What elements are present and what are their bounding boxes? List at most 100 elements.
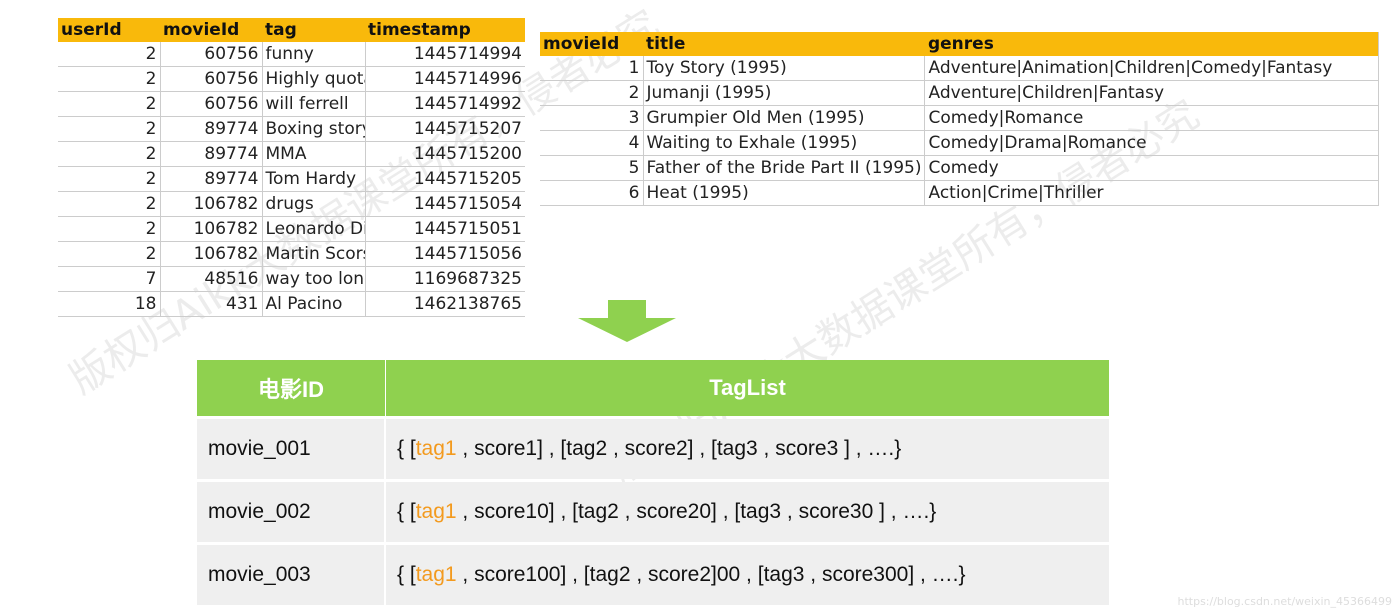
table-cell: 2 bbox=[58, 141, 161, 167]
table-cell: Comedy bbox=[924, 155, 1379, 181]
table-cell: 18 bbox=[58, 291, 161, 317]
table-cell: 1445715056 bbox=[365, 241, 525, 267]
table-cell: Leonardo Di bbox=[262, 216, 366, 242]
table-cell: 1462138765 bbox=[365, 291, 525, 317]
table-cell: 89774 bbox=[160, 141, 263, 167]
table-cell: 2 bbox=[58, 66, 161, 92]
taglist-table: 电影ID TagList movie_001{ [tag1 , score1] … bbox=[197, 357, 1109, 608]
table-row: movie_003{ [tag1 , score100] , [tag2 , s… bbox=[197, 545, 1109, 605]
source-url: https://blog.csdn.net/weixin_45366499 bbox=[1177, 595, 1392, 608]
table-cell: Martin Scors bbox=[262, 241, 366, 267]
column-header: title bbox=[643, 32, 925, 56]
table-row: 5 Father of the Bride Part II (1995) Comed… bbox=[540, 155, 1379, 181]
table-row: 2 60756 will ferrell 1445714992 bbox=[58, 91, 525, 117]
table-cell: 3 bbox=[540, 105, 644, 131]
table-cell: Father of the Bride Part II (1995) bbox=[643, 155, 926, 181]
column-header: userId bbox=[58, 18, 160, 42]
arrow-down-icon bbox=[578, 300, 676, 342]
table-cell: 1445714992 bbox=[365, 91, 525, 117]
table-row: 2 106782 Martin Scors 1445715056 bbox=[58, 241, 525, 267]
movies-table: movieId title genres 1 Toy Story (1995) Ad… bbox=[540, 32, 1379, 206]
table-cell: 1445714996 bbox=[365, 66, 525, 92]
movie-id: movie_003 bbox=[197, 545, 386, 605]
table-cell: 2 bbox=[58, 42, 161, 67]
table-cell: Grumpier Old Men (1995) bbox=[643, 105, 926, 131]
table-row: movie_002{ [tag1 , score10] , [tag2 , sc… bbox=[197, 482, 1109, 542]
table-cell: 48516 bbox=[160, 266, 263, 292]
table-cell: 7 bbox=[58, 266, 161, 292]
table-cell: 6 bbox=[540, 180, 644, 206]
table-cell: 60756 bbox=[160, 91, 263, 117]
table-cell: Comedy|Drama|Romance bbox=[924, 130, 1379, 156]
table-cell: Al Pacino bbox=[262, 291, 366, 317]
table-cell: Toy Story (1995) bbox=[643, 56, 926, 81]
table-cell: 2 bbox=[58, 166, 161, 192]
tag-list: { [tag1 , score100] , [tag2 , score2]00 … bbox=[386, 545, 1109, 605]
column-header: movieId bbox=[540, 32, 643, 56]
table-cell: 1445715207 bbox=[365, 116, 525, 142]
table-row: 4 Waiting to Exhale (1995) Comedy|Drama|Ro… bbox=[540, 130, 1379, 156]
table-cell: 89774 bbox=[160, 166, 263, 192]
table-cell: Heat (1995) bbox=[643, 180, 926, 206]
movie-id: movie_002 bbox=[197, 482, 386, 542]
tag-list: { [tag1 , score10] , [tag2 , score20] , … bbox=[386, 482, 1109, 542]
table-cell: 1 bbox=[540, 56, 644, 81]
table-cell: Waiting to Exhale (1995) bbox=[643, 130, 926, 156]
table-row: movie_001{ [tag1 , score1] , [tag2 , sco… bbox=[197, 419, 1109, 479]
tag-list: { [tag1 , score1] , [tag2 , score2] , [t… bbox=[386, 419, 1109, 479]
table-cell: 2 bbox=[540, 80, 644, 106]
table-cell: 2 bbox=[58, 116, 161, 142]
table-row: 7 48516 way too long 1169687325 bbox=[58, 266, 525, 292]
table-cell: Highly quota bbox=[262, 66, 366, 92]
table-cell: way too long bbox=[262, 266, 366, 292]
table-cell: 1445715051 bbox=[365, 216, 525, 242]
table-cell: Comedy|Romance bbox=[924, 105, 1379, 131]
table-cell: will ferrell bbox=[262, 91, 366, 117]
table-cell: 60756 bbox=[160, 66, 263, 92]
table-row: 2 60756 Highly quota 1445714996 bbox=[58, 66, 525, 92]
table-cell: 106782 bbox=[160, 191, 263, 217]
table-cell: Jumanji (1995) bbox=[643, 80, 926, 106]
table-cell: 1445714994 bbox=[365, 42, 525, 67]
column-header: genres bbox=[924, 32, 1379, 56]
table-cell: 2 bbox=[58, 91, 161, 117]
table-row: 2 89774 MMA 1445715200 bbox=[58, 141, 525, 167]
table-cell: 60756 bbox=[160, 42, 263, 67]
column-header: TagList bbox=[386, 360, 1109, 416]
table-cell: 431 bbox=[160, 291, 263, 317]
table-cell: 106782 bbox=[160, 216, 263, 242]
movie-id: movie_001 bbox=[197, 419, 386, 479]
table-row: 2 89774 Boxing story 1445715207 bbox=[58, 116, 525, 142]
table-row: 2 106782 drugs 1445715054 bbox=[58, 191, 525, 217]
table-cell: funny bbox=[262, 42, 366, 67]
table-cell: Action|Crime|Thriller bbox=[924, 180, 1379, 206]
table-row: 3 Grumpier Old Men (1995) Comedy|Romance bbox=[540, 105, 1379, 131]
table-cell: 4 bbox=[540, 130, 644, 156]
tags-table: userId movieId tag timestamp 2 60756 funny… bbox=[58, 18, 525, 317]
table-cell: MMA bbox=[262, 141, 366, 167]
column-header: movieId bbox=[160, 18, 262, 42]
table-cell: 1169687325 bbox=[365, 266, 525, 292]
table-row: 2 89774 Tom Hardy 1445715205 bbox=[58, 166, 525, 192]
table-cell: 1445715054 bbox=[365, 191, 525, 217]
table-row: 18 431 Al Pacino 1462138765 bbox=[58, 291, 525, 317]
column-header: timestamp bbox=[365, 18, 525, 42]
table-cell: Tom Hardy bbox=[262, 166, 366, 192]
table-row: 2 106782 Leonardo Di 1445715051 bbox=[58, 216, 525, 242]
column-header: 电影ID bbox=[197, 360, 386, 416]
table-cell: 5 bbox=[540, 155, 644, 181]
table-row: 1 Toy Story (1995) Adventure|Animation|Chi… bbox=[540, 56, 1379, 81]
table-cell: Adventure|Animation|Children|Comedy|Fant… bbox=[924, 56, 1379, 81]
table-cell: 89774 bbox=[160, 116, 263, 142]
table-cell: 2 bbox=[58, 241, 161, 267]
column-header: tag bbox=[262, 18, 365, 42]
table-cell: 1445715200 bbox=[365, 141, 525, 167]
table-row: 2 60756 funny 1445714994 bbox=[58, 42, 525, 67]
table-cell: 2 bbox=[58, 216, 161, 242]
table-cell: drugs bbox=[262, 191, 366, 217]
table-cell: Boxing story bbox=[262, 116, 366, 142]
table-cell: 106782 bbox=[160, 241, 263, 267]
table-cell: 2 bbox=[58, 191, 161, 217]
table-row: 2 Jumanji (1995) Adventure|Children|Fantas… bbox=[540, 80, 1379, 106]
table-cell: 1445715205 bbox=[365, 166, 525, 192]
